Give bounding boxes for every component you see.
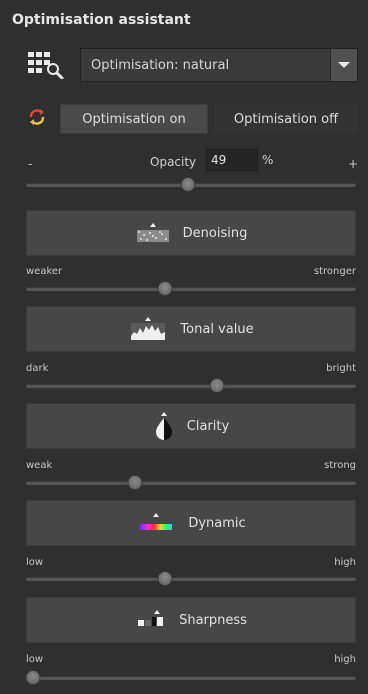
tonal-value-label: Tonal value xyxy=(180,321,254,337)
opacity-minus: - xyxy=(28,157,33,171)
opacity-unit: % xyxy=(262,153,274,167)
tonal-value-button[interactable]: Tonal value xyxy=(26,306,356,352)
opacity-label: Opacity xyxy=(150,155,197,169)
denoising-right-label: stronger xyxy=(313,266,356,277)
optimisation-on-button[interactable]: Optimisation on xyxy=(60,104,208,134)
histogram-icon xyxy=(131,317,166,340)
denoising-slider-handle[interactable] xyxy=(157,281,173,296)
denoising-left-label: weaker xyxy=(26,266,63,277)
opacity-input[interactable]: 49 xyxy=(206,149,258,171)
sharpness-right-label: high xyxy=(334,654,356,665)
noise-icon xyxy=(136,223,169,242)
sharpness-left-label: low xyxy=(26,654,44,665)
tonal-value-left-label: dark xyxy=(26,363,49,374)
clarity-label: Clarity xyxy=(186,418,230,434)
opacity-plus: + xyxy=(348,157,359,171)
dynamic-slider-handle[interactable] xyxy=(157,571,173,586)
sharpness-slider[interactable] xyxy=(25,670,356,685)
dynamic-slider[interactable] xyxy=(26,571,356,586)
clarity-right-label: strong xyxy=(324,460,356,471)
opacity-slider-handle[interactable] xyxy=(180,177,196,192)
tonal-value-right-label: bright xyxy=(326,363,356,374)
denoising-label: Denoising xyxy=(182,225,248,241)
tonal-value-slider[interactable] xyxy=(26,378,356,393)
clarity-left-label: weak xyxy=(26,460,53,471)
dynamic-right-label: high xyxy=(334,557,356,568)
sharpness-slider-handle[interactable] xyxy=(25,670,41,685)
dynamic-left-label: low xyxy=(26,557,44,568)
color-spectrum-icon xyxy=(140,513,173,530)
sharpness-icon xyxy=(138,610,164,626)
clarity-button[interactable]: Clarity xyxy=(26,403,356,449)
tonal-value-slider-handle[interactable] xyxy=(209,378,225,393)
opacity-slider[interactable] xyxy=(26,177,356,192)
optimisation-assistant-panel: Optimisation assistant Optimisation: nat… xyxy=(0,0,368,694)
clarity-slider-handle[interactable] xyxy=(127,475,143,490)
refresh-icon[interactable] xyxy=(28,108,46,126)
preset-value: Optimisation: natural xyxy=(91,57,230,73)
grid-magnifier-icon[interactable] xyxy=(26,49,66,80)
clarity-slider[interactable] xyxy=(26,475,356,490)
optimisation-off-button[interactable]: Optimisation off xyxy=(214,104,358,134)
denoising-slider[interactable] xyxy=(26,281,356,296)
panel-title: Optimisation assistant xyxy=(12,12,191,28)
dynamic-button[interactable]: Dynamic xyxy=(26,500,356,546)
sharpness-button[interactable]: Sharpness xyxy=(26,597,356,643)
contrast-drop-icon xyxy=(155,412,172,440)
chevron-down-icon[interactable] xyxy=(330,49,357,81)
preset-select[interactable]: Optimisation: natural xyxy=(80,48,358,82)
denoising-button[interactable]: Denoising xyxy=(26,210,356,256)
sharpness-label: Sharpness xyxy=(179,612,247,628)
dynamic-label: Dynamic xyxy=(188,515,246,531)
